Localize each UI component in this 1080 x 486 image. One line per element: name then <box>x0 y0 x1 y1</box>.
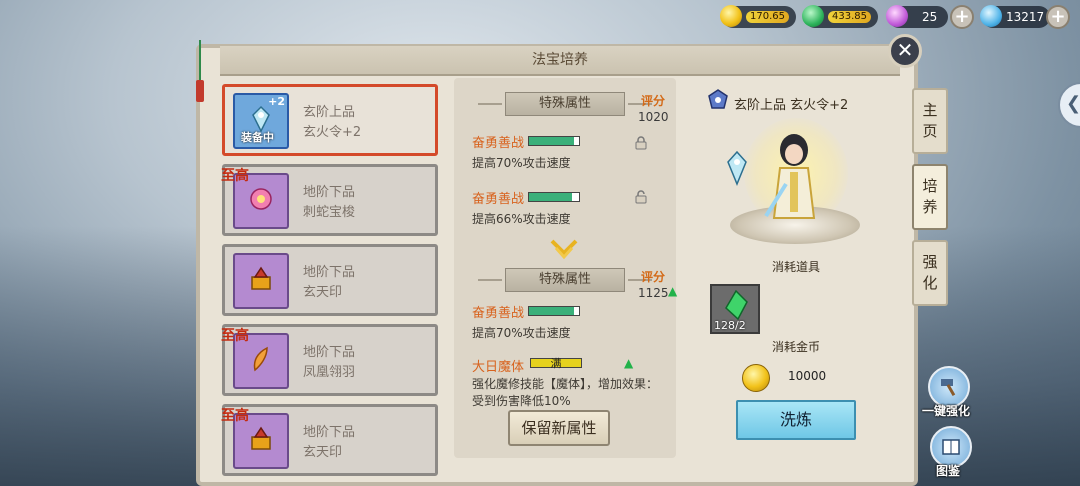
new-attr-2-desc: 强化魔修技能【魔体】，增加效果：受到伤害降低10% <box>472 377 659 408</box>
current-attr-2-desc: 提高66%攻击速度 <box>472 212 571 226</box>
enhance-level: +2 <box>268 95 285 108</box>
shuttle-icon <box>250 188 272 210</box>
title-bar: 法宝培养 <box>220 46 900 76</box>
one-key-enhance-label: 一键强化 <box>922 404 971 418</box>
new-attr-1-desc: 提高70%攻击速度 <box>472 326 571 340</box>
diamond-icon <box>980 5 1002 27</box>
seal-icon <box>251 426 271 450</box>
gold-amount: 170.65 <box>746 11 789 23</box>
item-grade: 地阶下品 <box>303 185 356 200</box>
wash-button[interactable]: 洗炼 <box>736 400 856 440</box>
gold-coin-icon <box>720 5 742 27</box>
max-label: 满 <box>550 357 562 370</box>
item-grade: 玄阶上品 <box>303 105 356 120</box>
diamond-add-button[interactable]: + <box>1046 5 1070 29</box>
orb-amount: 25 <box>922 10 938 24</box>
seal-icon <box>251 266 271 290</box>
new-attr-1-bar <box>528 306 580 316</box>
attr-up-arrow-icon: ▲ <box>624 356 634 370</box>
new-attr-1-name: 奋勇善战 <box>472 306 525 321</box>
close-icon: ✕ <box>896 38 914 62</box>
score-up-arrow-icon: ▲ <box>668 284 678 298</box>
token-icon <box>727 150 747 186</box>
jade-amount: 433.85 <box>828 11 871 23</box>
gold-coin-icon <box>742 364 770 392</box>
gold-cost: 10000 <box>788 369 827 383</box>
supreme-tag: 至高 <box>221 328 249 344</box>
list-item[interactable]: 地阶下品 玄天印 <box>222 244 438 316</box>
green-crystal-icon <box>725 290 748 320</box>
orb-currency: 25 <box>886 5 948 28</box>
attr-bar-fill <box>529 193 572 201</box>
unlock-icon[interactable] <box>634 190 648 204</box>
current-score: 1020 <box>638 110 669 124</box>
tassel-decoration <box>196 40 204 102</box>
chevron-left-icon: ❮ <box>1066 93 1080 114</box>
chevron-down-icon <box>550 239 578 260</box>
item-name: 玄火令+2 <box>303 125 362 140</box>
new-attr-ribbon: 特殊属性 <box>478 268 652 292</box>
window-title: 法宝培养 <box>532 52 588 68</box>
attr-bar-fill <box>529 137 574 145</box>
current-attr-2-bar <box>528 192 580 202</box>
hammer-icon <box>941 379 956 397</box>
tab-cultivate[interactable]: 培 养 <box>912 164 948 230</box>
current-attr-2-name: 奋勇善战 <box>472 192 525 207</box>
current-score-label: 评分 <box>641 94 666 108</box>
new-score-label: 评分 <box>641 270 666 284</box>
item-name: 刺蛇宝梭 <box>303 205 356 220</box>
list-item[interactable]: +2 装备中 玄阶上品 玄火令+2 <box>222 84 438 156</box>
tab-home[interactable]: 主 页 <box>912 88 948 154</box>
feather-icon <box>253 346 268 372</box>
orb-add-button[interactable]: + <box>950 5 974 29</box>
current-attr-ribbon: 特殊属性 <box>478 92 652 116</box>
new-attr-2-bar: 满 <box>530 357 582 370</box>
item-grade: 地阶下品 <box>303 265 356 280</box>
item-grade: 地阶下品 <box>303 345 356 360</box>
rank-badge-icon <box>708 89 728 109</box>
close-button[interactable]: ✕ <box>888 34 922 68</box>
current-attr-1-bar <box>528 136 580 146</box>
list-item[interactable]: 至高 地阶下品 玄天印 <box>221 404 438 476</box>
current-attr-1-desc: 提高70%攻击速度 <box>472 156 571 170</box>
consume-item-label: 消耗道具 <box>772 260 821 274</box>
lock-icon[interactable] <box>634 136 648 150</box>
jade-currency: 433.85 <box>802 5 878 28</box>
gold-currency: 170.65 <box>720 5 796 28</box>
attr-bar-fill <box>529 307 574 315</box>
supreme-tag: 至高 <box>221 408 249 424</box>
keep-new-attr-button[interactable]: 保留新属性 <box>508 410 610 446</box>
item-slot <box>233 253 289 309</box>
item-name: 凤凰翎羽 <box>303 365 356 380</box>
new-score: 1125 <box>638 286 669 300</box>
diamond-amount: 13217 <box>1006 10 1045 24</box>
tab-enhance[interactable]: 强 化 <box>912 240 948 306</box>
purple-orb-icon <box>886 5 908 27</box>
current-attr-1-name: 奋勇善战 <box>472 136 525 151</box>
item-name: 玄天印 <box>303 445 343 460</box>
material-slot[interactable]: 128/2 <box>710 284 760 334</box>
item-grade: 地阶下品 <box>303 425 356 440</box>
item-name: 玄天印 <box>303 285 343 300</box>
jade-gem-icon <box>802 5 824 27</box>
item-detail-name: 玄阶上品 玄火令+2 <box>734 98 849 113</box>
equipped-badge: 装备中 <box>241 131 274 144</box>
book-label: 图鉴 <box>936 464 961 478</box>
diamond-currency: 13217 <box>980 5 1050 28</box>
supreme-tag: 至高 <box>221 168 249 184</box>
list-item[interactable]: 至高 地阶下品 凤凰翎羽 <box>221 324 438 396</box>
list-item[interactable]: 至高 地阶下品 刺蛇宝梭 <box>221 164 438 236</box>
material-count: 128/2 <box>714 319 746 332</box>
item-list[interactable]: +2 装备中 玄阶上品 玄火令+2 至高 地阶下品 刺蛇宝梭 地阶下品 玄天印 <box>218 80 442 486</box>
new-attr-2-name: 大日魔体 <box>472 360 525 375</box>
hero-character-icon <box>764 134 816 219</box>
consume-gold-label: 消耗金币 <box>772 340 821 354</box>
book-icon <box>942 439 960 455</box>
item-slot: +2 装备中 <box>233 93 289 149</box>
